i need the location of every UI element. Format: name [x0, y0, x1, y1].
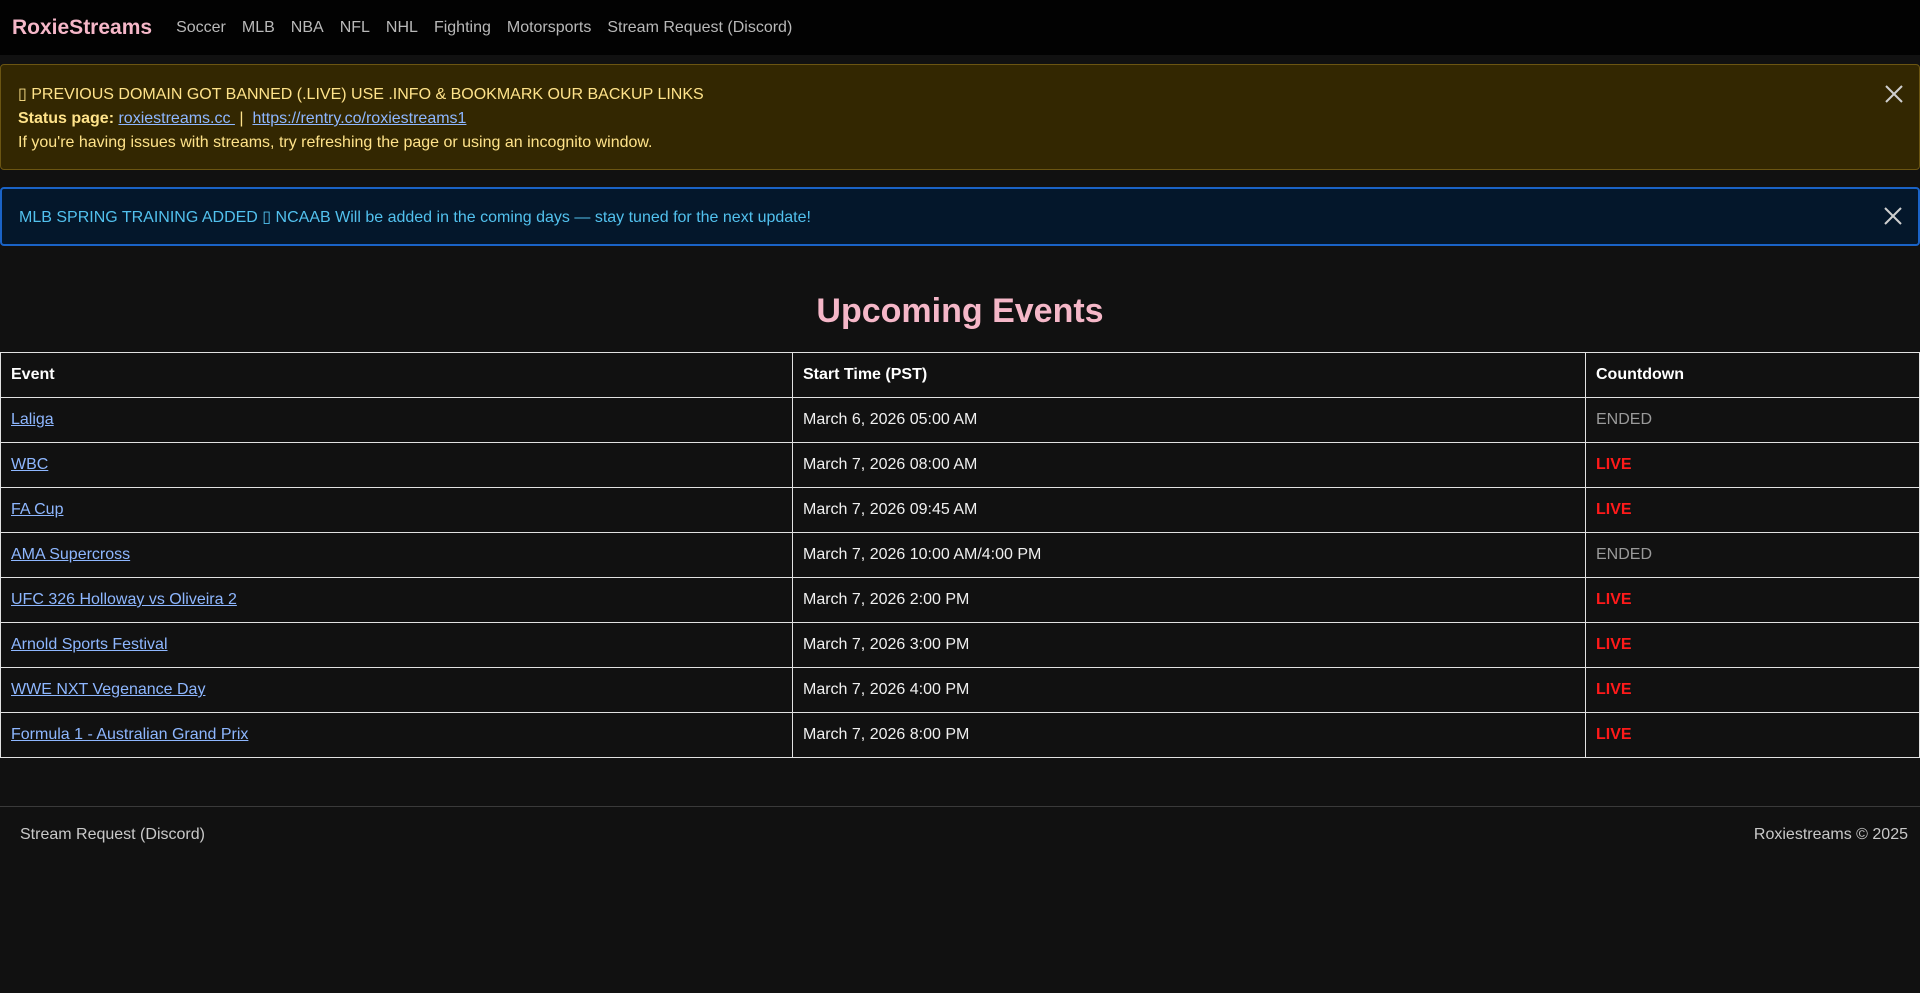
event-cell: Arnold Sports Festival: [0, 622, 793, 668]
event-link[interactable]: FA Cup: [11, 501, 63, 518]
live-badge: LIVE: [1596, 681, 1632, 698]
events-table: Event Start Time (PST) Countdown Laliga M…: [0, 352, 1920, 758]
event-link[interactable]: Laliga: [11, 411, 54, 428]
brand-logo-link[interactable]: RoxieStreams: [12, 16, 152, 40]
event-link[interactable]: WBC: [11, 456, 48, 473]
event-link[interactable]: Formula 1 - Australian Grand Prix: [11, 726, 248, 743]
nav-link-nfl[interactable]: NFL: [340, 19, 370, 37]
event-link[interactable]: UFC 326 Holloway vs Oliveira 2: [11, 591, 237, 608]
header-start-time: Start Time (PST): [792, 352, 1586, 398]
event-link[interactable]: WWE NXT Vegenance Day: [11, 681, 205, 698]
countdown-status-cell: LIVE: [1585, 442, 1920, 488]
event-cell: WWE NXT Vegenance Day: [0, 667, 793, 713]
start-time-cell: March 6, 2026 05:00 AM: [792, 397, 1586, 443]
events-table-body: Laliga March 6, 2026 05:00 AM ENDED WBC Marc…: [0, 397, 1920, 758]
event-cell: UFC 326 Holloway vs Oliveira 2: [0, 577, 793, 623]
start-time-cell: March 7, 2026 08:00 AM: [792, 442, 1586, 488]
nav-link-motorsports[interactable]: Motorsports: [507, 19, 591, 37]
start-time-cell: March 7, 2026 3:00 PM: [792, 622, 1586, 668]
nav-link-stream-request[interactable]: Stream Request (Discord): [607, 19, 792, 37]
table-row: FA Cup March 7, 2026 09:45 AM LIVE: [0, 487, 1920, 533]
start-time-cell: March 7, 2026 09:45 AM: [792, 487, 1586, 533]
ended-badge: ENDED: [1596, 411, 1653, 428]
table-row: WWE NXT Vegenance Day March 7, 2026 4:00 …: [0, 667, 1920, 713]
ended-badge: ENDED: [1596, 546, 1653, 563]
nav-link-soccer[interactable]: Soccer: [176, 19, 226, 37]
table-row: WBC March 7, 2026 08:00 AM LIVE: [0, 442, 1920, 488]
live-badge: LIVE: [1596, 501, 1632, 518]
countdown-status-cell: ENDED: [1585, 397, 1920, 443]
nav-link-mlb[interactable]: MLB: [242, 19, 275, 37]
countdown-status-cell: LIVE: [1585, 667, 1920, 713]
update-info-alert: MLB SPRING TRAINING ADDED ▯ NCAAB Will b…: [0, 187, 1920, 246]
nav-link-nhl[interactable]: NHL: [386, 19, 418, 37]
table-row: Arnold Sports Festival March 7, 2026 3:00…: [0, 622, 1920, 668]
event-link[interactable]: Arnold Sports Festival: [11, 636, 168, 653]
status-page-line: Status page: roxiestreams.cc | https://r…: [18, 107, 1902, 131]
status-link-rentry[interactable]: https://rentry.co/roxiestreams1: [252, 110, 466, 127]
start-time-cell: March 7, 2026 8:00 PM: [792, 712, 1586, 758]
countdown-status-cell: ENDED: [1585, 532, 1920, 578]
live-badge: LIVE: [1596, 636, 1632, 653]
table-row: UFC 326 Holloway vs Oliveira 2 March 7, 2…: [0, 577, 1920, 623]
event-cell: FA Cup: [0, 487, 793, 533]
info-close-button[interactable]: [1882, 205, 1904, 227]
event-link[interactable]: AMA Supercross: [11, 546, 130, 563]
warning-close-button[interactable]: [1883, 83, 1905, 105]
footer-stream-request-link[interactable]: Stream Request (Discord): [20, 826, 205, 844]
nav-link-nba[interactable]: NBA: [291, 19, 324, 37]
header-countdown: Countdown: [1585, 352, 1920, 398]
nav-links: Soccer MLB NBA NFL NHL Fighting Motorspo…: [164, 19, 796, 37]
live-badge: LIVE: [1596, 456, 1632, 473]
close-icon: [1885, 85, 1903, 103]
table-row: AMA Supercross March 7, 2026 10:00 AM/4:0…: [0, 532, 1920, 578]
status-page-label: Status page:: [18, 110, 115, 127]
start-time-cell: March 7, 2026 10:00 AM/4:00 PM: [792, 532, 1586, 578]
warning-note: If you're having issues with streams, tr…: [18, 134, 653, 151]
table-row: Laliga March 6, 2026 05:00 AM ENDED: [0, 397, 1920, 443]
event-cell: Laliga: [0, 397, 793, 443]
table-header-row: Event Start Time (PST) Countdown: [0, 352, 1920, 398]
live-badge: LIVE: [1596, 726, 1632, 743]
event-cell: AMA Supercross: [0, 532, 793, 578]
update-info-text: MLB SPRING TRAINING ADDED ▯ NCAAB Will b…: [19, 209, 811, 226]
top-navbar: RoxieStreams Soccer MLB NBA NFL NHL Figh…: [0, 0, 1920, 55]
footer-copyright: Roxiestreams © 2025: [1753, 825, 1908, 843]
status-link-roxiestreams-cc[interactable]: roxiestreams.cc: [118, 110, 234, 127]
table-row: Formula 1 - Australian Grand Prix March 7…: [0, 712, 1920, 758]
page-title: Upcoming Events: [816, 292, 1104, 330]
countdown-status-cell: LIVE: [1585, 622, 1920, 668]
countdown-status-cell: LIVE: [1585, 712, 1920, 758]
header-event: Event: [0, 352, 793, 398]
countdown-status-cell: LIVE: [1585, 577, 1920, 623]
domain-warning-alert: ▯ PREVIOUS DOMAIN GOT BANNED (.LIVE) USE…: [0, 64, 1920, 170]
event-cell: Formula 1 - Australian Grand Prix: [0, 712, 793, 758]
countdown-status-cell: LIVE: [1585, 487, 1920, 533]
close-icon: [1884, 207, 1902, 225]
event-cell: WBC: [0, 442, 793, 488]
nav-link-fighting[interactable]: Fighting: [434, 19, 491, 37]
page-footer: Stream Request (Discord) Roxiestreams © …: [0, 806, 1920, 862]
start-time-cell: March 7, 2026 2:00 PM: [792, 577, 1586, 623]
start-time-cell: March 7, 2026 4:00 PM: [792, 667, 1586, 713]
warning-headline: ▯ PREVIOUS DOMAIN GOT BANNED (.LIVE) USE…: [18, 86, 704, 103]
live-badge: LIVE: [1596, 591, 1632, 608]
link-separator: |: [239, 110, 244, 127]
